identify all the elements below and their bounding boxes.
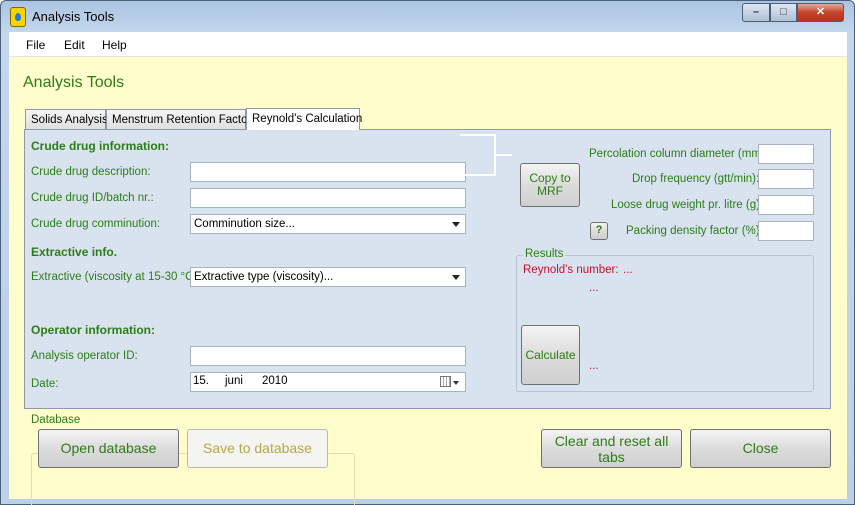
title-bar[interactable]: Analysis Tools – □ ✕	[1, 1, 854, 32]
column-diameter-label: Percolation column diameter (mm):	[589, 148, 768, 160]
packing-density-input[interactable]	[758, 221, 814, 241]
operator-id-input[interactable]	[190, 346, 466, 366]
crude-description-label: Crude drug description:	[31, 166, 151, 178]
extractive-label: Extractive (viscosity at 15-30 °C):	[31, 271, 201, 283]
reynolds-number-value: ...	[623, 264, 633, 276]
menu-bar: File Edit Help	[9, 32, 847, 57]
reynolds-number-label: Reynold's number:	[523, 264, 619, 276]
packing-density-label: Packing density factor (%):	[626, 225, 763, 237]
tab-solids-analysis[interactable]: Solids Analysis	[25, 109, 108, 130]
comminution-select[interactable]: Comminution size...	[190, 214, 466, 234]
comminution-label: Crude drug comminution:	[31, 218, 161, 230]
loose-weight-label: Loose drug weight pr. litre (g):	[611, 199, 764, 211]
drop-frequency-input[interactable]	[758, 169, 814, 189]
chevron-down-icon	[452, 222, 460, 227]
results-line2: ...	[589, 282, 599, 294]
drop-frequency-label: Drop frequency (gtt/min):	[632, 173, 760, 185]
date-month[interactable]: juni	[225, 375, 243, 387]
menu-file[interactable]: File	[26, 38, 45, 52]
operator-id-label: Analysis operator ID:	[31, 350, 138, 362]
date-day[interactable]: 15.	[193, 375, 209, 387]
copy-button-line2: MRF	[537, 184, 563, 198]
app-drop-icon	[10, 7, 26, 27]
crude-description-input[interactable]	[190, 162, 466, 182]
database-legend: Database	[28, 414, 84, 426]
window-title: Analysis Tools	[32, 9, 115, 24]
date-year[interactable]: 2010	[262, 375, 288, 387]
maximize-button[interactable]: □	[770, 3, 797, 22]
extractive-value: Extractive type (viscosity)...	[194, 271, 334, 283]
crude-id-label: Crude drug ID/batch nr.:	[31, 192, 154, 204]
clear-reset-line2: tabs	[598, 449, 625, 465]
page-title: Analysis Tools	[23, 74, 125, 91]
chevron-down-icon[interactable]	[453, 381, 459, 385]
operator-heading: Operator information:	[31, 323, 156, 337]
close-button[interactable]: Close	[690, 429, 831, 468]
date-label: Date:	[31, 378, 59, 390]
calculate-result: ...	[589, 360, 599, 372]
tab-menstrum-retention-factor[interactable]: Menstrum Retention Factor	[106, 109, 251, 130]
column-diameter-input[interactable]	[758, 144, 814, 164]
copy-bracket-line	[496, 154, 512, 156]
chevron-down-icon	[452, 275, 460, 280]
copy-to-mrf-button[interactable]: Copy to MRF	[520, 163, 580, 207]
close-window-button[interactable]: ✕	[797, 3, 844, 22]
extractive-heading: Extractive info.	[31, 245, 118, 259]
extractive-select[interactable]: Extractive type (viscosity)...	[190, 267, 466, 287]
calculate-button[interactable]: Calculate	[521, 325, 580, 385]
copy-bracket	[460, 134, 496, 176]
help-button[interactable]: ?	[590, 222, 608, 240]
tab-reynolds-calculation[interactable]: Reynold's Calculation	[246, 108, 362, 130]
comminution-value: Comminution size...	[194, 218, 295, 230]
open-database-button[interactable]: Open database	[38, 429, 179, 468]
results-legend: Results	[523, 248, 566, 260]
crude-id-input[interactable]	[190, 188, 466, 208]
minimize-button[interactable]: –	[742, 3, 770, 22]
save-to-database-button[interactable]: Save to database	[187, 429, 328, 468]
menu-edit[interactable]: Edit	[64, 38, 85, 52]
crude-drug-heading: Crude drug information:	[31, 139, 169, 153]
menu-help[interactable]: Help	[102, 38, 127, 52]
clear-reset-button[interactable]: Clear and reset all tabs	[541, 429, 682, 468]
calendar-icon[interactable]	[440, 376, 451, 387]
clear-reset-line1: Clear and reset all	[554, 433, 669, 449]
loose-weight-input[interactable]	[758, 195, 814, 215]
